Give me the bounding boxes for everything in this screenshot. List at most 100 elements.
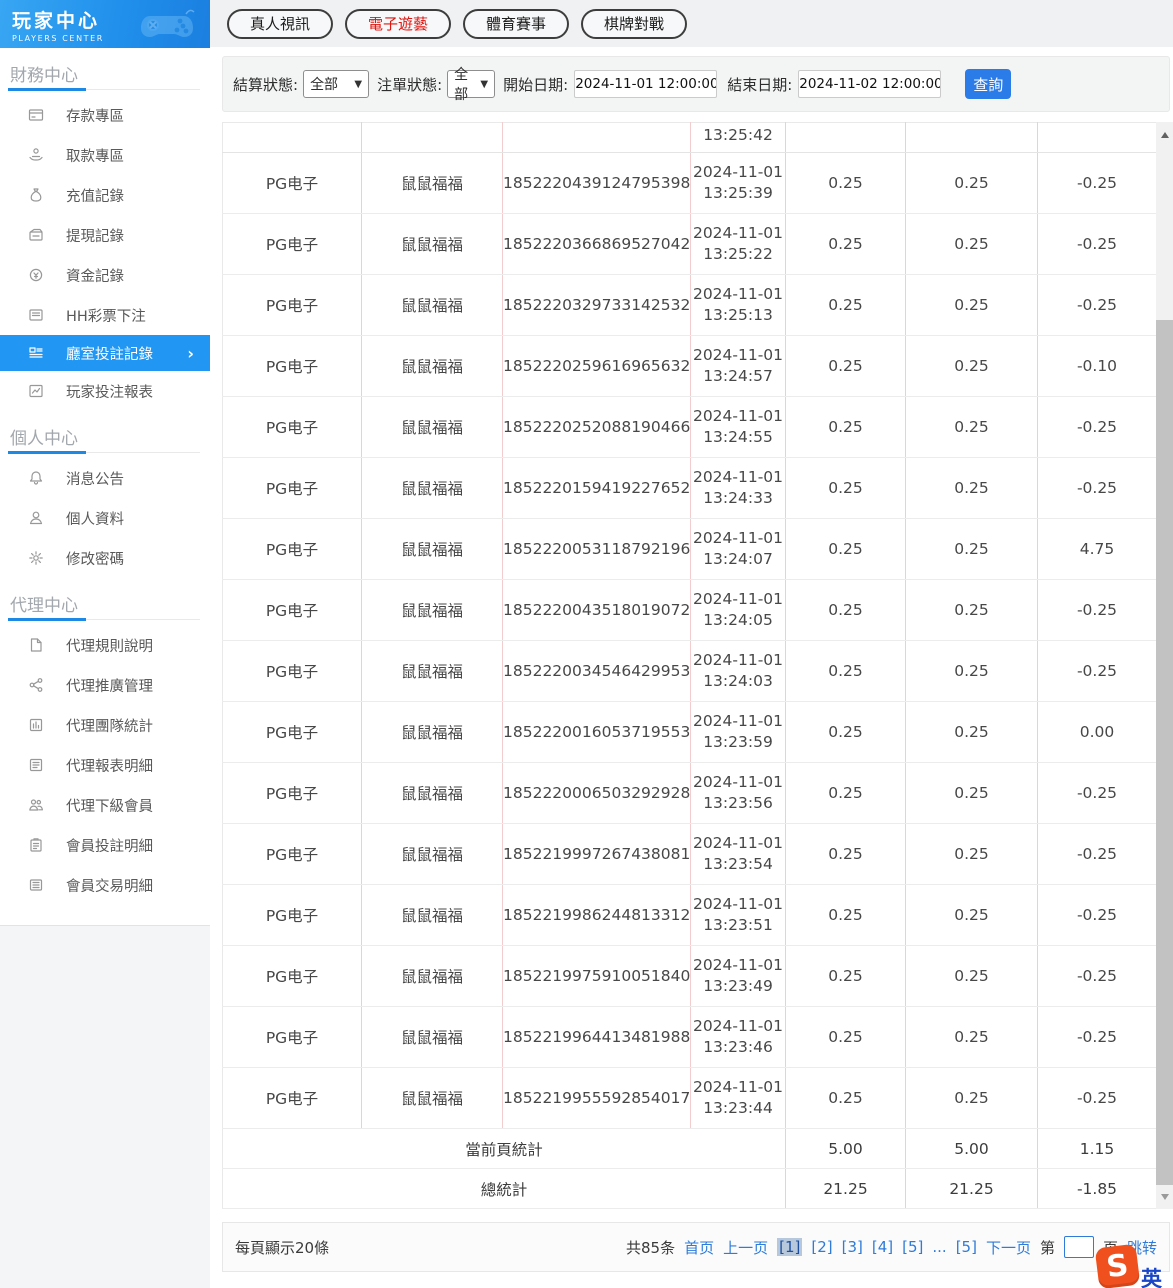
sidebar-item-hall-bet-records[interactable]: 廳室投註記錄› [0,335,210,371]
table-row: PG电子鼠鼠福福18522200345464299532024-11-0113:… [223,641,1157,702]
sidebar-item-agent-rules[interactable]: 代理規則說明 [0,625,210,665]
cell-win-loss: -0.25 [1038,946,1157,1007]
sidebar-item-member-transaction-details[interactable]: 會員交易明細 [0,865,210,905]
query-button[interactable]: 查詢 [965,69,1011,99]
tab-board-card-games[interactable]: 棋牌對戰 [581,9,687,39]
cell-order-id: 1852220016053719553 [503,702,691,763]
page-link[interactable]: [4] [872,1238,893,1256]
sidebar-item-label: 廳室投註記錄 [66,343,153,364]
tab-sports-events[interactable]: 體育賽事 [463,9,569,39]
cell-order-id: 1852220259616965632 [503,336,691,397]
start-date-input[interactable] [574,70,717,98]
prev-page-link[interactable]: 上一页 [723,1237,768,1258]
sidebar-item-label: 充值記錄 [66,185,124,206]
app-logo: 玩家中心 PLAYERS CENTER [0,0,210,48]
cell-bet: 0.25 [786,946,906,1007]
sidebar-item-label: 會員交易明細 [66,875,153,896]
first-page-link[interactable]: 首页 [684,1237,714,1258]
cell-order-id: 1852220366869527042 [503,214,691,275]
cell-win-loss: 4.75 [1038,519,1157,580]
section-title: 個人中心 [0,411,210,452]
scroll-up-arrow-icon[interactable] [1156,126,1173,143]
pagination-bar: 每頁顯示20條 共85条 首页 上一页 [1][2][3][4][5]...[5… [222,1222,1170,1272]
order-status-select[interactable]: 全部 ▼ [447,70,495,98]
cell-valid-bet: 0.25 [906,824,1038,885]
sidebar-item-agent-report-details[interactable]: 代理報表明細 [0,745,210,785]
page-link[interactable]: [3] [842,1238,863,1256]
cell-time: 2024-11-0113:24:55 [691,397,786,458]
sidebar-item-withdrawal-records[interactable]: 提現記錄 [0,215,210,255]
sidebar-item-deposit-zone[interactable]: 存款專區 [0,95,210,135]
sidebar-item-agent-team-stats[interactable]: 代理團隊統計 [0,705,210,745]
settle-status-value: 全部 [310,74,338,94]
section-underline [8,452,200,453]
cell-time: 2024-11-0113:23:49 [691,946,786,1007]
cell-bet: 0.25 [786,1007,906,1068]
cell-order-id: 1852219997267438081 [503,824,691,885]
page-link[interactable]: [2] [811,1238,832,1256]
sidebar-item-withdraw-zone[interactable]: 取款專區 [0,135,210,175]
page-link-current[interactable]: [1] [777,1238,802,1256]
sidebar-item-announcements[interactable]: 消息公告 [0,458,210,498]
ime-indicator[interactable]: S 英 [1097,1246,1162,1288]
cell-time: 2024-11-0113:25:13 [691,275,786,336]
page-link[interactable]: [5] [902,1238,923,1256]
cell-player: 鼠鼠福福 [362,275,503,336]
end-date-input[interactable] [798,70,941,98]
page-link[interactable]: [5] [956,1238,977,1256]
cell-bet: 0.25 [786,458,906,519]
cell-win-loss: -0.25 [1038,458,1157,519]
summary-win-loss: -1.85 [1038,1169,1157,1209]
scroll-down-arrow-icon[interactable] [1156,1188,1173,1205]
table-row: PG电子鼠鼠福福18522199555928540172024-11-0113:… [223,1068,1157,1129]
sidebar-item-agent-promotion[interactable]: 代理推廣管理 [0,665,210,705]
scrollbar-thumb[interactable] [1156,320,1173,1185]
sidebar-item-recharge-records[interactable]: 充值記錄 [0,175,210,215]
cell-valid-bet: 0.25 [906,1007,1038,1068]
sidebar-item-change-password[interactable]: 修改密碼 [0,538,210,578]
cell-player: 鼠鼠福福 [362,214,503,275]
page-link[interactable]: ... [932,1238,946,1256]
cell-valid-bet: 0.25 [906,336,1038,397]
table-row: PG电子鼠鼠福福18522199759100518402024-11-0113:… [223,946,1157,1007]
cell-time: 2024-11-0113:24:03 [691,641,786,702]
sidebar-item-player-bet-report[interactable]: 玩家投注報表 [0,371,210,411]
bet-records-table-container: 13:25:42PG电子鼠鼠福福18522204391247953982024-… [222,122,1173,1209]
cell-bet: 0.25 [786,275,906,336]
next-page-link[interactable]: 下一页 [986,1237,1031,1258]
sidebar-menu: 財務中心存款專區取款專區充值記錄提現記錄資金記錄HH彩票下注廳室投註記錄›玩家投… [0,48,210,926]
jump-page-input[interactable] [1064,1236,1094,1258]
sidebar-item-label: 代理報表明細 [66,755,153,776]
settle-status-select[interactable]: 全部 ▼ [303,70,369,98]
sidebar-item-agent-sub-members[interactable]: 代理下級會員 [0,785,210,825]
cell-time: 2024-11-0113:23:59 [691,702,786,763]
cell-valid-bet: 0.25 [906,885,1038,946]
cell-platform: PG电子 [223,824,362,885]
cell-platform: PG电子 [223,946,362,1007]
cell-win-loss [1038,123,1157,153]
table-scrollbar[interactable] [1156,122,1173,1209]
cell-player: 鼠鼠福福 [362,1068,503,1129]
cell-bet: 0.25 [786,580,906,641]
cell-time: 2024-11-0113:25:39 [691,153,786,214]
members-icon [28,797,44,813]
sidebar-item-hh-lottery-bets[interactable]: HH彩票下注 [0,295,210,335]
sidebar-item-profile[interactable]: 個人資料 [0,498,210,538]
gear-icon [28,550,44,566]
summary-label: 當前頁統計 [223,1129,786,1169]
tab-live-video[interactable]: 真人視訊 [227,9,333,39]
cell-player: 鼠鼠福福 [362,153,503,214]
cell-bet: 0.25 [786,1068,906,1129]
cell-bet: 0.25 [786,641,906,702]
sidebar-item-member-bet-details[interactable]: 會員投註明細 [0,825,210,865]
table-row: PG电子鼠鼠福福18522199862448133122024-11-0113:… [223,885,1157,946]
sidebar-item-funds-records[interactable]: 資金記錄 [0,255,210,295]
tab-electronic-games[interactable]: 電子遊藝 [345,9,451,39]
sidebar-item-label: 資金記錄 [66,265,124,286]
cell-order-id: 1852219955592854017 [503,1068,691,1129]
cell-bet: 0.25 [786,153,906,214]
cell-time: 2024-11-0113:23:56 [691,763,786,824]
cell-bet: 0.25 [786,214,906,275]
cell-valid-bet: 0.25 [906,214,1038,275]
sogou-icon[interactable]: S [1095,1244,1141,1288]
